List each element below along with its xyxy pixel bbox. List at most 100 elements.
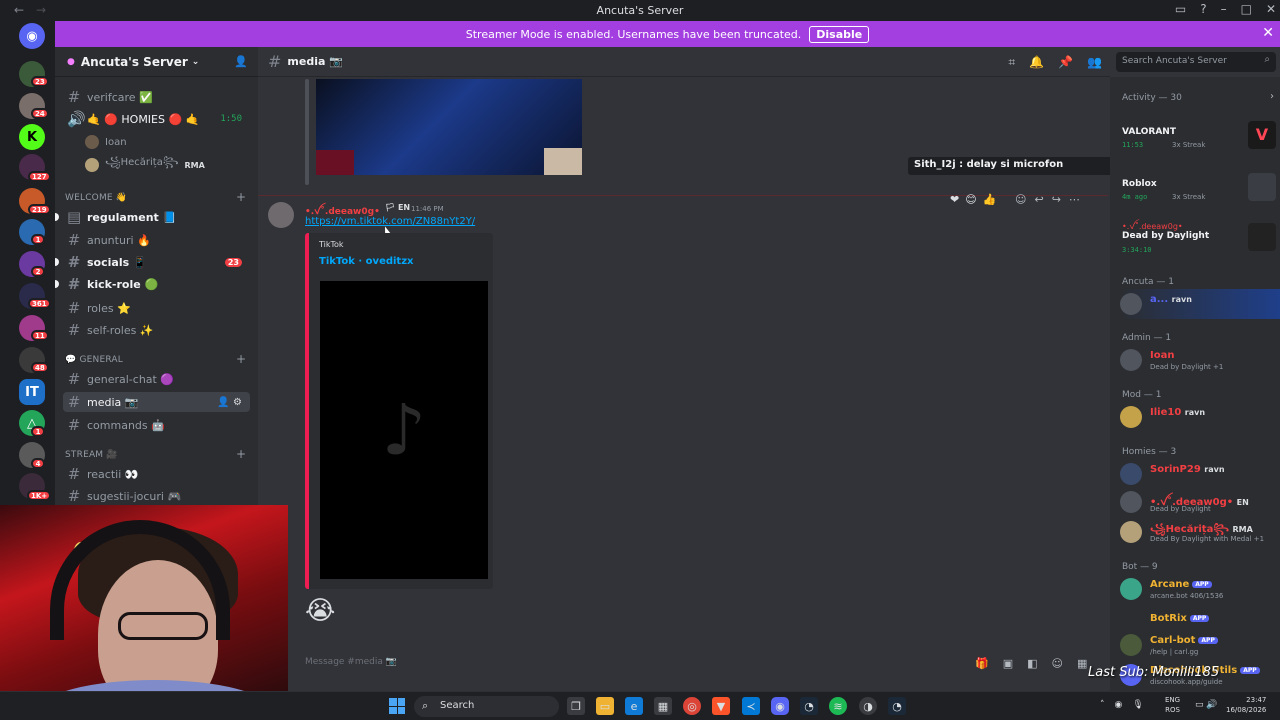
threads-icon[interactable]: ⌗	[1008, 55, 1015, 70]
channel-settings-icon[interactable]: 👤 ⚙	[217, 397, 242, 408]
embed-title[interactable]: TikTok · oveditzx	[319, 256, 413, 267]
avatar[interactable]	[268, 202, 294, 228]
obs-icon[interactable]: ◑	[859, 697, 877, 715]
voice-channel-homies[interactable]: 🔊 🤙 🔴 HOMIES 🔴 🤙 1:50	[63, 109, 250, 129]
member-activity: Dead by Daylight +1	[1150, 363, 1224, 371]
voice-user[interactable]: Ioan	[85, 135, 127, 149]
member-row[interactable]: ꧁Hecărița꧂ RMA Dead By Daylight with Med…	[1120, 517, 1280, 547]
more-options-icon[interactable]: ⋯	[1069, 193, 1080, 206]
guild-badge: 219	[28, 204, 51, 215]
reply-icon[interactable]: ↩	[1034, 193, 1043, 206]
inbox-icon[interactable]: ▭	[1175, 2, 1186, 16]
sticker-icon[interactable]: ◧	[1027, 657, 1037, 670]
help-icon[interactable]: ?	[1200, 2, 1206, 16]
add-reaction-icon[interactable]: ☺	[1015, 193, 1026, 206]
channel-reactii[interactable]: # reactii 👀	[63, 464, 250, 484]
create-channel-icon[interactable]: +	[236, 190, 246, 204]
dead-by-daylight-icon	[1248, 223, 1276, 251]
chevron-up-icon[interactable]: ˄	[1100, 700, 1105, 710]
chrome-icon[interactable]: ◎	[683, 697, 701, 715]
hash-icon: #	[67, 88, 81, 106]
emoji-picker-icon[interactable]: ☺	[1052, 657, 1063, 670]
kick-guild-icon[interactable]: K	[19, 124, 45, 150]
store-icon[interactable]: ▦	[654, 697, 672, 715]
close-window-button[interactable]: ✕	[1266, 2, 1276, 16]
steam-icon[interactable]: ◔	[800, 697, 818, 715]
notification-bell-icon[interactable]: 🔔	[1029, 55, 1044, 70]
channel-kick-role[interactable]: # kick-role 🟢	[63, 274, 250, 294]
brave-icon[interactable]: ▼	[712, 697, 730, 715]
spotify-icon[interactable]: ≋	[829, 697, 847, 715]
member-row[interactable]: •.ꪜ˚.deeaw0g• EN Dead by Daylight	[1120, 487, 1280, 517]
avatar	[1120, 293, 1142, 315]
taskbar-search[interactable]: ⌕ Search	[414, 696, 559, 717]
server-header[interactable]: ● Ancuta's Server ⌄ 👤	[55, 47, 258, 77]
activity-card[interactable]: Roblox 4m ago 3x Streak	[1120, 169, 1278, 213]
create-channel-icon[interactable]: +	[236, 352, 246, 366]
embed-image[interactable]	[316, 79, 582, 175]
channel-self-roles[interactable]: # self-roles ✨	[63, 320, 250, 340]
member-activity: /help | carl.gg	[1150, 648, 1199, 656]
channel-socials[interactable]: # socials 📱 23	[63, 252, 250, 272]
network-volume-icons[interactable]: ▭ 🔊	[1195, 700, 1218, 710]
activity-time: 3:34:10	[1122, 246, 1152, 254]
channel-sugestii-jocuri[interactable]: # sugestii-jocuri 🎮	[63, 486, 250, 506]
chevron-right-icon[interactable]: ›	[1270, 91, 1274, 102]
channel-commands[interactable]: # commands 🤖	[63, 415, 250, 435]
channel-verifcare[interactable]: # verifcare ✅	[63, 87, 250, 107]
member-row[interactable]: BotRix APP	[1120, 603, 1280, 633]
language-indicator[interactable]: ENG ROS	[1165, 695, 1180, 715]
member-name: a... ravn	[1150, 294, 1192, 305]
channel-roles[interactable]: # roles ⭐	[63, 298, 250, 318]
emoji-reaction-icon[interactable]: 👍	[983, 193, 997, 206]
tiktok-link[interactable]: https://vm.tiktok.com/ZN88nYt2Y/	[305, 216, 475, 227]
guild-badge: 23	[31, 76, 49, 87]
apps-icon[interactable]: ▦	[1077, 657, 1087, 670]
category-stream[interactable]: STREAM 🎥	[65, 450, 118, 460]
gift-icon[interactable]: 🎁	[975, 657, 989, 670]
invite-people-icon[interactable]: 👤	[234, 55, 248, 68]
activity-streak: 3x Streak	[1172, 193, 1206, 201]
channel-regulament[interactable]: ▤ regulament 📘	[63, 207, 250, 227]
channel-media[interactable]: # media 📷 👤 ⚙	[63, 392, 250, 412]
edge-icon[interactable]: e	[625, 697, 643, 715]
forward-icon[interactable]: ↪	[1052, 193, 1061, 206]
member-row[interactable]: Ioan Dead by Daylight +1	[1120, 345, 1280, 375]
steam-icon[interactable]: ◔	[888, 697, 906, 715]
activity-card[interactable]: •.ꪜ˚.deeaw0g• Dead by Daylight 3:34:10	[1120, 219, 1278, 263]
heart-reaction-icon[interactable]: ❤	[950, 193, 959, 206]
emoji-reaction-icon[interactable]: 😊	[965, 193, 976, 206]
discord-taskbar-icon[interactable]: ◉	[771, 697, 789, 715]
tray-app-icon[interactable]: ◉	[1115, 700, 1123, 710]
windows-start-icon[interactable]	[389, 698, 405, 714]
clock[interactable]: 23:47 16/08/2026	[1226, 695, 1266, 715]
embed-video[interactable]: ♪	[320, 281, 488, 579]
search-input[interactable]: Search Ancuta's Server ⌕	[1116, 52, 1276, 72]
close-banner-icon[interactable]: ✕	[1262, 25, 1274, 41]
taskbar: ⌕ Search ❐ ▭ e ▦ ◎ ▼ ≺ ◉ ◔ ≋ ◑ ◔ ˄ ◉ 🎙 E…	[0, 691, 1280, 720]
disable-streamer-mode-button[interactable]: Disable	[809, 25, 870, 43]
minimize-button[interactable]: –	[1221, 2, 1227, 16]
channel-anunturi[interactable]: # anunturi 🔥	[63, 230, 250, 250]
microphone-icon[interactable]: 🎙	[1132, 700, 1143, 710]
file-explorer-icon[interactable]: ▭	[596, 697, 614, 715]
gif-icon[interactable]: ▣	[1003, 657, 1013, 670]
member-row[interactable]: Ilie10 ravn	[1120, 402, 1280, 432]
create-channel-icon[interactable]: +	[236, 447, 246, 461]
task-view-icon[interactable]: ❐	[567, 697, 585, 715]
voice-user[interactable]: ꧁Hecărița꧂ RMA	[85, 155, 205, 175]
member-list-icon[interactable]: 👥	[1087, 55, 1102, 70]
activity-card[interactable]: VALORANT 11:53 3x Streak V	[1120, 117, 1278, 161]
category-welcome[interactable]: WELCOME 👋	[65, 193, 127, 203]
vscode-icon[interactable]: ≺	[742, 697, 760, 715]
member-row[interactable]: Carl-bot APP /help | carl.gg	[1120, 630, 1280, 660]
it-guild-icon[interactable]: IT	[19, 379, 45, 405]
member-row[interactable]: Arcane APP arcane.bot 406/1536	[1120, 574, 1280, 604]
maximize-button[interactable]: □	[1241, 2, 1252, 16]
discord-home-icon[interactable]: ◉	[19, 23, 45, 49]
category-general[interactable]: 💬 GENERAL	[65, 355, 123, 365]
member-row[interactable]: SorinP29 ravn	[1120, 459, 1280, 489]
member-row[interactable]: a... ravn	[1120, 289, 1280, 319]
channel-general-chat[interactable]: # general-chat 🟣	[63, 369, 250, 389]
pin-icon[interactable]: 📌	[1058, 55, 1073, 70]
